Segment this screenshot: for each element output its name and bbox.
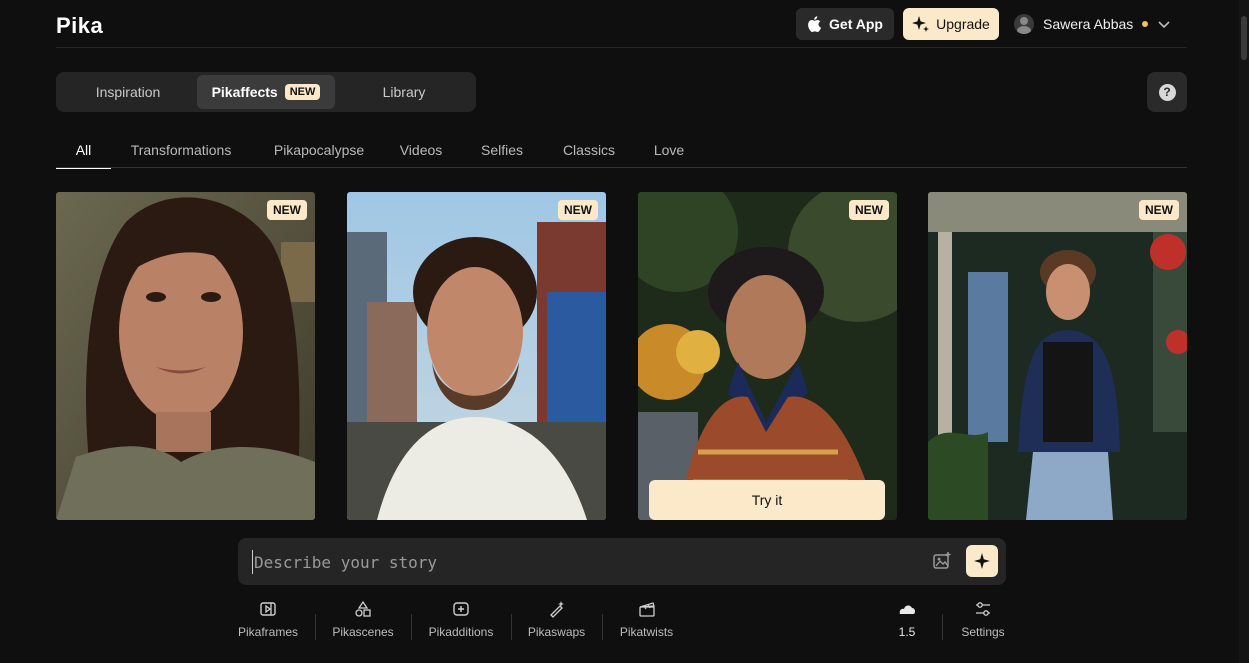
settings-button[interactable]: Settings: [958, 600, 1008, 646]
effect-card[interactable]: NEW Try it: [638, 192, 897, 520]
tool-label: Pikascenes: [332, 625, 394, 639]
effect-card[interactable]: NEW: [928, 192, 1187, 520]
scrollbar-thumb[interactable]: [1241, 16, 1247, 60]
tab-inspiration-label: Inspiration: [95, 84, 161, 100]
upgrade-label: Upgrade: [936, 16, 990, 32]
new-badge: NEW: [267, 200, 307, 220]
shapes-icon: [355, 600, 371, 617]
effect-card[interactable]: NEW: [347, 192, 606, 520]
tool-label: Pikatwists: [619, 625, 674, 639]
clapper-icon: [638, 602, 655, 617]
new-badge: NEW: [558, 200, 598, 220]
effect-card[interactable]: NEW: [56, 192, 315, 520]
notification-dot: [1142, 21, 1149, 27]
pika-logo[interactable]: Pika: [56, 13, 103, 39]
tool-label: Pikaframes: [237, 625, 299, 639]
image-upload-icon[interactable]: [932, 551, 952, 571]
settings-label: Settings: [961, 625, 1005, 639]
help-icon: ?: [1158, 83, 1176, 101]
user-menu[interactable]: Sawera Abbas: [1014, 13, 1171, 35]
chevron-down-icon: [1158, 21, 1170, 29]
generate-button[interactable]: [966, 545, 998, 577]
model-version-selector[interactable]: 1.5: [892, 600, 922, 646]
sliders-icon: [976, 602, 990, 616]
sparkle-icon: [912, 16, 930, 32]
new-badge: NEW: [849, 200, 889, 220]
sparkle-icon: [974, 553, 990, 569]
tab-inspiration[interactable]: Inspiration: [59, 75, 197, 109]
card-portrait-image: [56, 192, 315, 520]
tool-pikatwists[interactable]: Pikatwists: [617, 600, 676, 646]
header-divider: [56, 47, 1187, 48]
category-tab-videos[interactable]: Videos: [394, 132, 448, 168]
category-tab-all[interactable]: All: [56, 132, 111, 169]
avatar: [1014, 14, 1034, 34]
toolbar-divider: [602, 614, 603, 640]
category-tab-pikapocalypse[interactable]: Pikapocalypse: [266, 132, 372, 168]
tool-pikaframes[interactable]: Pikaframes: [237, 600, 299, 646]
model-version: 1.5: [898, 625, 916, 639]
category-tabs: All Transformations Pikapocalypse Videos…: [56, 132, 1187, 169]
page-scrollbar[interactable]: [1239, 0, 1249, 663]
prompt-bar: [238, 538, 1006, 585]
tab-library-label: Library: [382, 84, 426, 100]
upgrade-button[interactable]: Upgrade: [903, 8, 999, 40]
user-name: Sawera Abbas: [1043, 16, 1134, 32]
tool-pikascenes[interactable]: Pikascenes: [331, 600, 395, 646]
tab-library[interactable]: Library: [335, 75, 473, 109]
story-prompt-input[interactable]: [252, 550, 912, 574]
get-app-label: Get App: [829, 16, 883, 32]
category-tab-love[interactable]: Love: [648, 132, 690, 168]
get-app-button[interactable]: Get App: [796, 8, 894, 40]
toolbar-divider: [942, 614, 943, 640]
help-button[interactable]: ?: [1147, 72, 1187, 112]
toolbar-divider: [315, 614, 316, 640]
card-portrait-image: [928, 192, 1187, 520]
wand-icon: [549, 601, 564, 618]
category-tab-classics[interactable]: Classics: [558, 132, 620, 168]
cloud-icon: [899, 605, 916, 614]
tab-pikaffects-label: Pikaffects: [211, 84, 278, 100]
tool-pikaswaps[interactable]: Pikaswaps: [526, 600, 587, 646]
main-tabs: Inspiration Pikaffects NEW Library: [56, 72, 476, 112]
new-badge: NEW: [1139, 200, 1179, 220]
category-tab-selfies[interactable]: Selfies: [476, 132, 528, 168]
tool-pikadditions[interactable]: Pikadditions: [427, 600, 495, 646]
category-tab-transformations[interactable]: Transformations: [126, 132, 236, 168]
tab-pikaffects[interactable]: Pikaffects NEW: [197, 75, 335, 109]
toolbar-divider: [411, 614, 412, 640]
frame-icon: [260, 602, 276, 616]
tool-label: Pikaswaps: [527, 625, 586, 639]
apple-icon: [808, 16, 822, 32]
new-badge: NEW: [284, 84, 321, 100]
toolbar-divider: [511, 614, 512, 640]
card-portrait-image: [347, 192, 606, 520]
add-frame-icon: [453, 602, 469, 616]
card-portrait-image: [638, 192, 897, 520]
try-it-button[interactable]: Try it: [649, 480, 885, 520]
tool-label: Pikadditions: [428, 625, 494, 639]
